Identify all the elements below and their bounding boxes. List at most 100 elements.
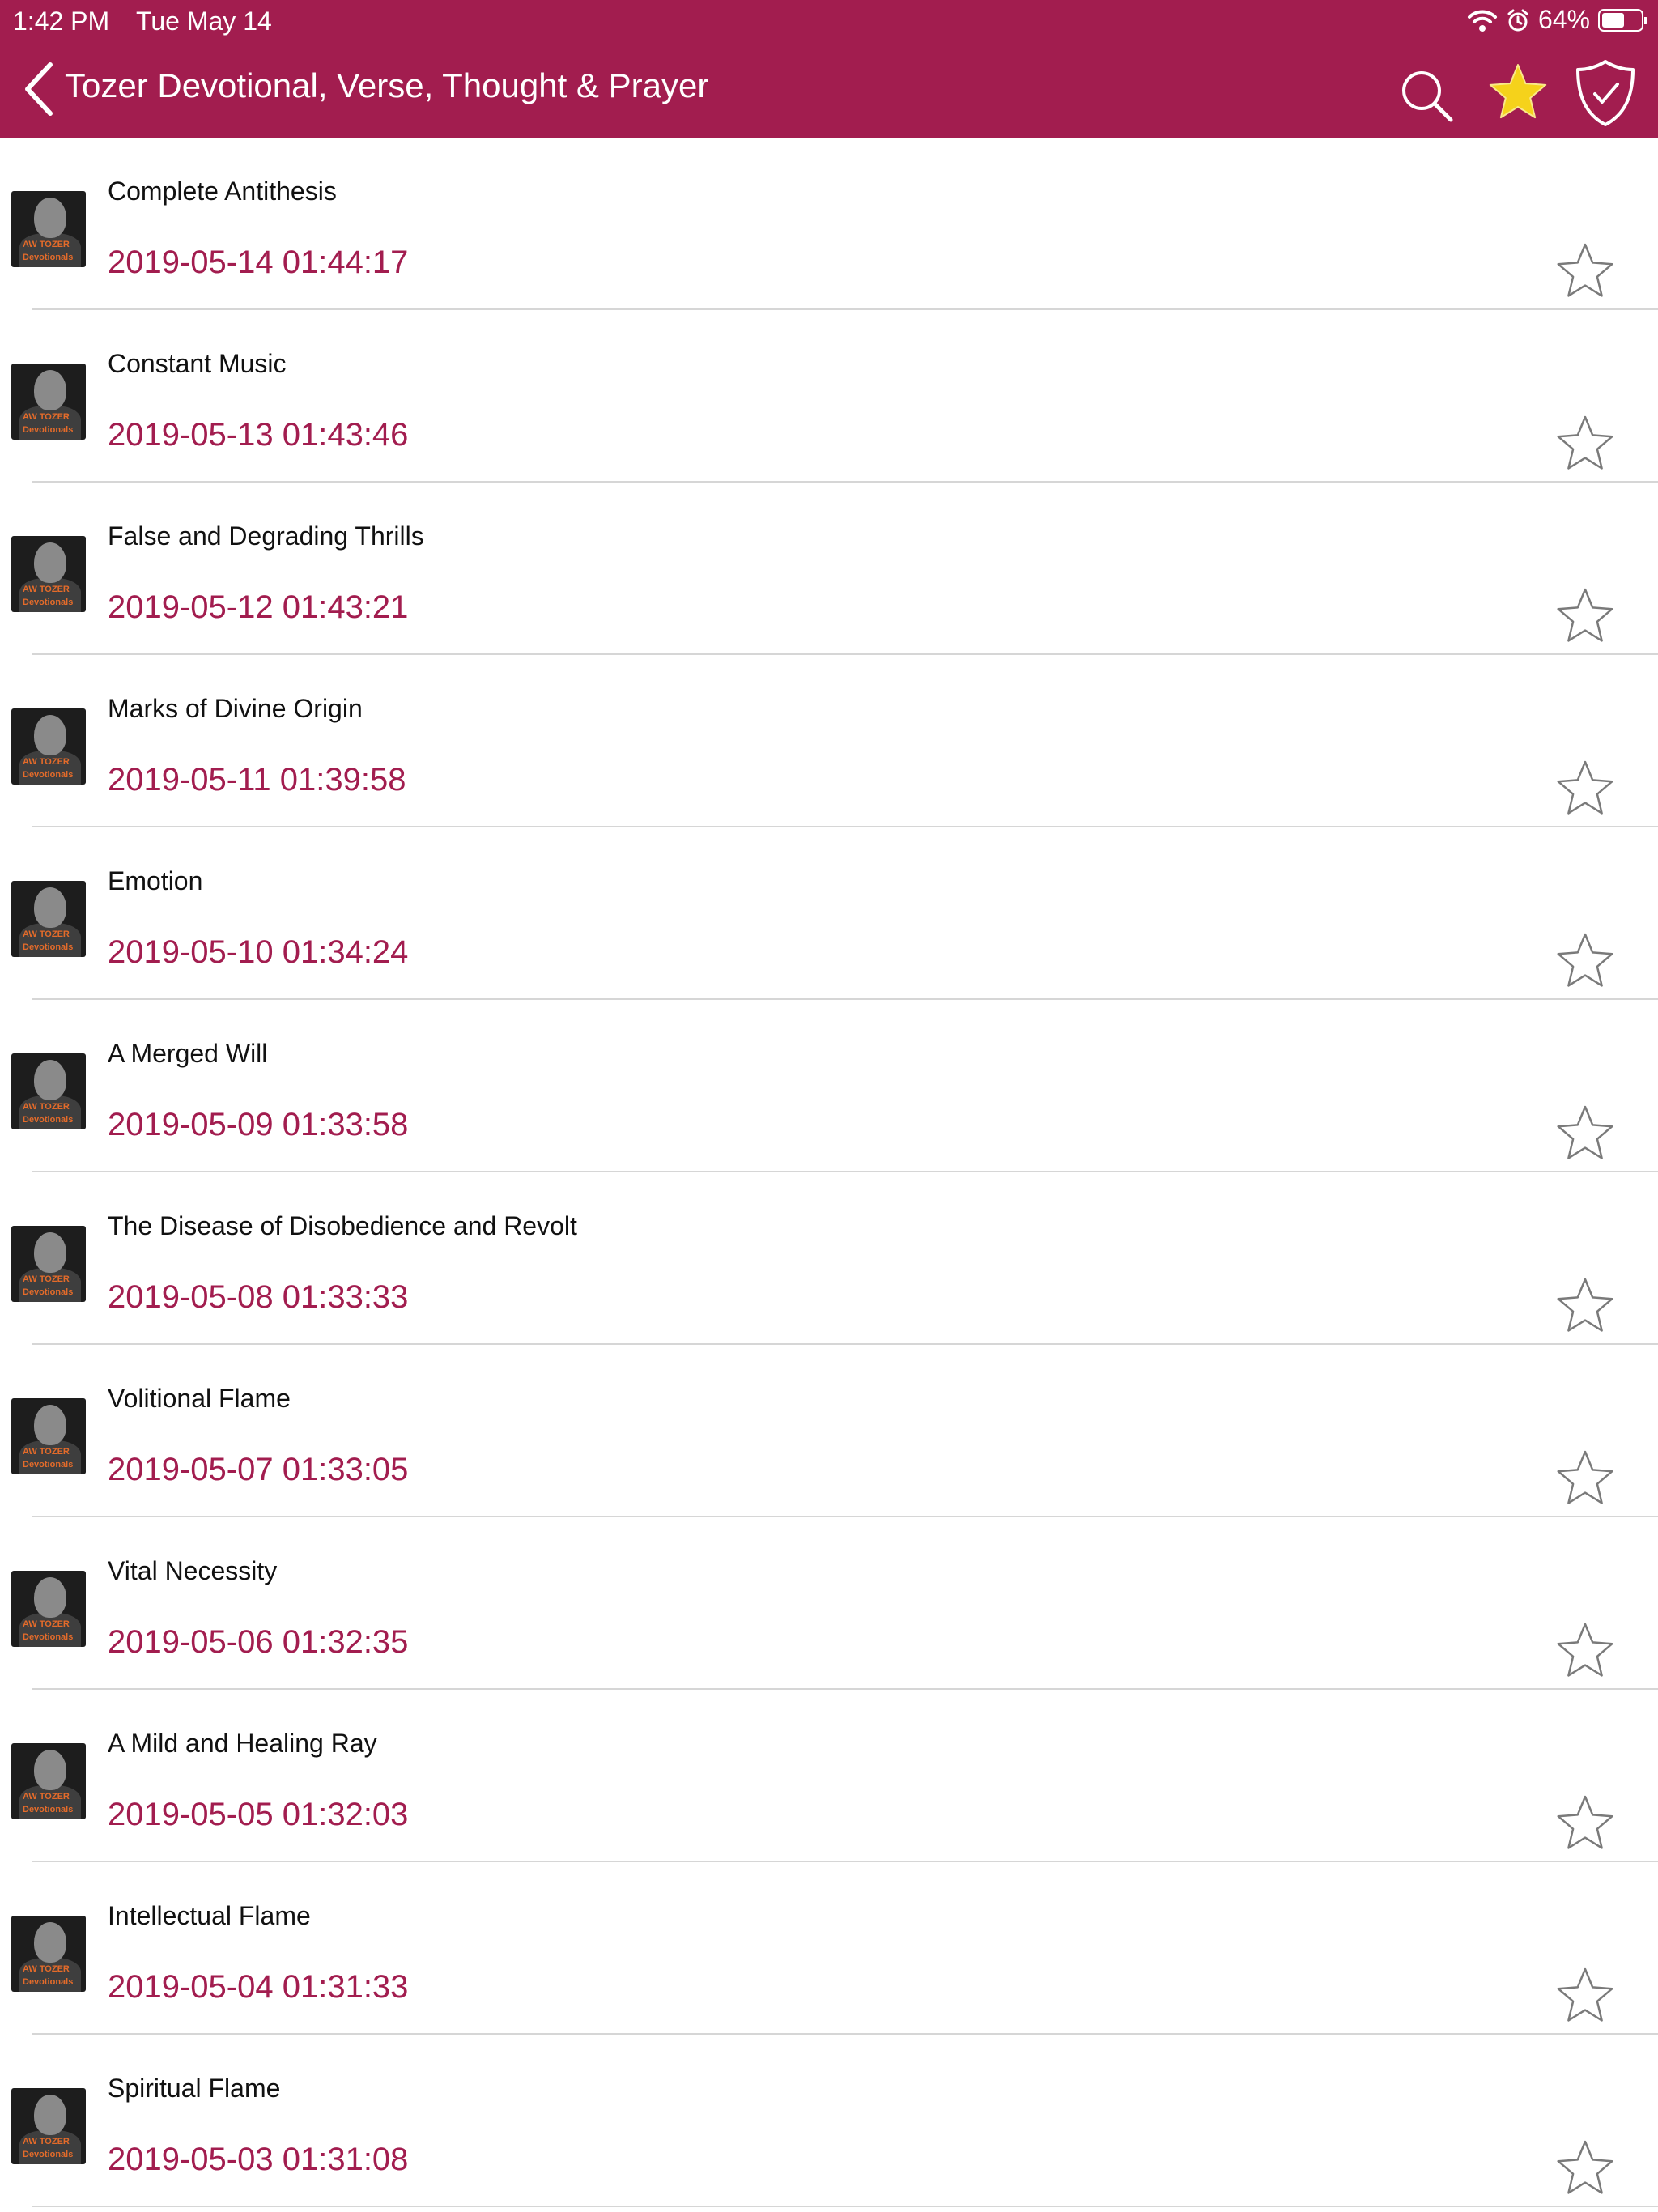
star-outline-icon bbox=[1557, 1278, 1613, 1332]
portrait-head bbox=[34, 715, 66, 755]
portrait-head bbox=[34, 370, 66, 410]
item-title: Marks of Divine Origin bbox=[108, 694, 363, 723]
tozer-thumbnail: AW TOZER Devotionals bbox=[11, 1743, 86, 1819]
item-title: False and Degrading Thrills bbox=[108, 521, 424, 551]
item-timestamp: 2019-05-09 01:33:58 bbox=[108, 1107, 409, 1142]
devotional-list: AW TOZER Devotionals Complete Antithesis… bbox=[0, 138, 1658, 2207]
item-timestamp: 2019-05-07 01:33:05 bbox=[108, 1452, 409, 1487]
favorite-toggle-button[interactable] bbox=[1554, 1966, 1616, 2027]
thumbnail-caption-line1: AW TOZER bbox=[23, 929, 70, 939]
portrait-head bbox=[34, 887, 66, 928]
item-title: Emotion bbox=[108, 866, 203, 895]
navigation-bar: Tozer Devotional, Verse, Thought & Praye… bbox=[0, 42, 1658, 138]
favorite-toggle-button[interactable] bbox=[1554, 1621, 1616, 1682]
wifi-icon bbox=[1467, 10, 1497, 32]
list-item[interactable]: AW TOZER Devotionals Intellectual Flame … bbox=[0, 1862, 1658, 2035]
tozer-thumbnail: AW TOZER Devotionals bbox=[11, 708, 86, 785]
status-indicators: 64% bbox=[1467, 5, 1647, 35]
thumbnail-caption-line2: Devotionals bbox=[23, 598, 74, 607]
star-outline-icon bbox=[1557, 1450, 1613, 1504]
page-title: Tozer Devotional, Verse, Thought & Praye… bbox=[65, 66, 709, 104]
star-outline-icon bbox=[1557, 760, 1613, 815]
star-outline-icon bbox=[1557, 415, 1613, 470]
list-item[interactable]: AW TOZER Devotionals False and Degrading… bbox=[0, 483, 1658, 655]
thumbnail-caption-line1: AW TOZER bbox=[23, 2137, 70, 2146]
star-filled-icon bbox=[1489, 64, 1547, 119]
chevron-left-icon bbox=[25, 62, 53, 116]
item-timestamp: 2019-05-03 01:31:08 bbox=[108, 2142, 409, 2177]
list-item[interactable]: AW TOZER Devotionals Complete Antithesis… bbox=[0, 138, 1658, 310]
list-item[interactable]: AW TOZER Devotionals Vital Necessity 201… bbox=[0, 1517, 1658, 1690]
favorite-toggle-button[interactable] bbox=[1554, 414, 1616, 475]
item-timestamp: 2019-05-14 01:44:17 bbox=[108, 245, 409, 280]
list-item[interactable]: AW TOZER Devotionals Constant Music 2019… bbox=[0, 310, 1658, 483]
favorite-toggle-button[interactable] bbox=[1554, 586, 1616, 648]
tozer-thumbnail: AW TOZER Devotionals bbox=[11, 536, 86, 612]
list-item[interactable]: AW TOZER Devotionals Spiritual Flame 201… bbox=[0, 2035, 1658, 2207]
portrait-head bbox=[34, 1577, 66, 1618]
star-outline-icon bbox=[1557, 933, 1613, 987]
item-title: Vital Necessity bbox=[108, 1556, 278, 1585]
thumbnail-caption-line1: AW TOZER bbox=[23, 757, 70, 767]
item-timestamp: 2019-05-13 01:43:46 bbox=[108, 417, 409, 453]
status-time: 1:42 PM bbox=[13, 6, 110, 36]
portrait-head bbox=[34, 198, 66, 238]
thumbnail-caption-line1: AW TOZER bbox=[23, 1274, 70, 1284]
favorite-toggle-button[interactable] bbox=[1554, 759, 1616, 820]
portrait-head bbox=[34, 542, 66, 583]
tozer-thumbnail: AW TOZER Devotionals bbox=[11, 2088, 86, 2164]
back-button[interactable] bbox=[18, 58, 60, 120]
portrait-head bbox=[34, 1060, 66, 1100]
status-bar: 1:42 PM Tue May 14 64% bbox=[0, 0, 1658, 42]
star-outline-icon bbox=[1557, 1795, 1613, 1849]
status-date: Tue May 14 bbox=[136, 6, 272, 36]
favorite-toggle-button[interactable] bbox=[1554, 241, 1616, 303]
row-divider bbox=[32, 2206, 1658, 2207]
search-button[interactable] bbox=[1397, 66, 1456, 125]
thumbnail-caption-line1: AW TOZER bbox=[23, 412, 70, 422]
privacy-shield-button[interactable] bbox=[1572, 57, 1639, 130]
favorite-toggle-button[interactable] bbox=[1554, 1448, 1616, 1510]
star-outline-icon bbox=[1557, 1105, 1613, 1159]
portrait-head bbox=[34, 2095, 66, 2135]
star-outline-icon bbox=[1557, 588, 1613, 642]
item-title: The Disease of Disobedience and Revolt bbox=[108, 1211, 577, 1240]
tozer-thumbnail: AW TOZER Devotionals bbox=[11, 1226, 86, 1302]
thumbnail-caption-line2: Devotionals bbox=[23, 1287, 74, 1297]
favorite-toggle-button[interactable] bbox=[1554, 1276, 1616, 1338]
list-item[interactable]: AW TOZER Devotionals The Disease of Diso… bbox=[0, 1172, 1658, 1345]
item-timestamp: 2019-05-06 01:32:35 bbox=[108, 1624, 409, 1660]
item-title: Intellectual Flame bbox=[108, 1901, 311, 1930]
favorite-toggle-button[interactable] bbox=[1554, 1104, 1616, 1165]
thumbnail-caption-line1: AW TOZER bbox=[23, 240, 70, 249]
list-item[interactable]: AW TOZER Devotionals Marks of Divine Ori… bbox=[0, 655, 1658, 827]
favorites-button[interactable] bbox=[1486, 62, 1550, 125]
battery-percent: 64% bbox=[1537, 5, 1590, 34]
thumbnail-caption-line2: Devotionals bbox=[23, 2150, 74, 2159]
item-title: A Mild and Healing Ray bbox=[108, 1729, 377, 1758]
thumbnail-caption-line1: AW TOZER bbox=[23, 1102, 70, 1112]
favorite-toggle-button[interactable] bbox=[1554, 1793, 1616, 1855]
list-item[interactable]: AW TOZER Devotionals A Merged Will 2019-… bbox=[0, 1000, 1658, 1172]
tozer-thumbnail: AW TOZER Devotionals bbox=[11, 881, 86, 957]
star-outline-icon bbox=[1557, 2140, 1613, 2194]
list-item[interactable]: AW TOZER Devotionals Volitional Flame 20… bbox=[0, 1345, 1658, 1517]
portrait-head bbox=[34, 1232, 66, 1273]
portrait-head bbox=[34, 1750, 66, 1790]
thumbnail-caption-line2: Devotionals bbox=[23, 770, 74, 780]
alarm-icon bbox=[1507, 9, 1528, 31]
item-timestamp: 2019-05-11 01:39:58 bbox=[108, 762, 406, 798]
tozer-thumbnail: AW TOZER Devotionals bbox=[11, 364, 86, 440]
favorite-toggle-button[interactable] bbox=[1554, 2138, 1616, 2200]
thumbnail-caption-line1: AW TOZER bbox=[23, 1619, 70, 1629]
favorite-toggle-button[interactable] bbox=[1554, 931, 1616, 993]
thumbnail-caption-line1: AW TOZER bbox=[23, 1964, 70, 1974]
tozer-thumbnail: AW TOZER Devotionals bbox=[11, 1916, 86, 1992]
item-title: Constant Music bbox=[108, 349, 287, 378]
thumbnail-caption-line2: Devotionals bbox=[23, 942, 74, 952]
star-outline-icon bbox=[1557, 243, 1613, 297]
item-timestamp: 2019-05-12 01:43:21 bbox=[108, 589, 409, 625]
shield-check-icon bbox=[1576, 60, 1635, 126]
list-item[interactable]: AW TOZER Devotionals Emotion 2019-05-10 … bbox=[0, 827, 1658, 1000]
list-item[interactable]: AW TOZER Devotionals A Mild and Healing … bbox=[0, 1690, 1658, 1862]
